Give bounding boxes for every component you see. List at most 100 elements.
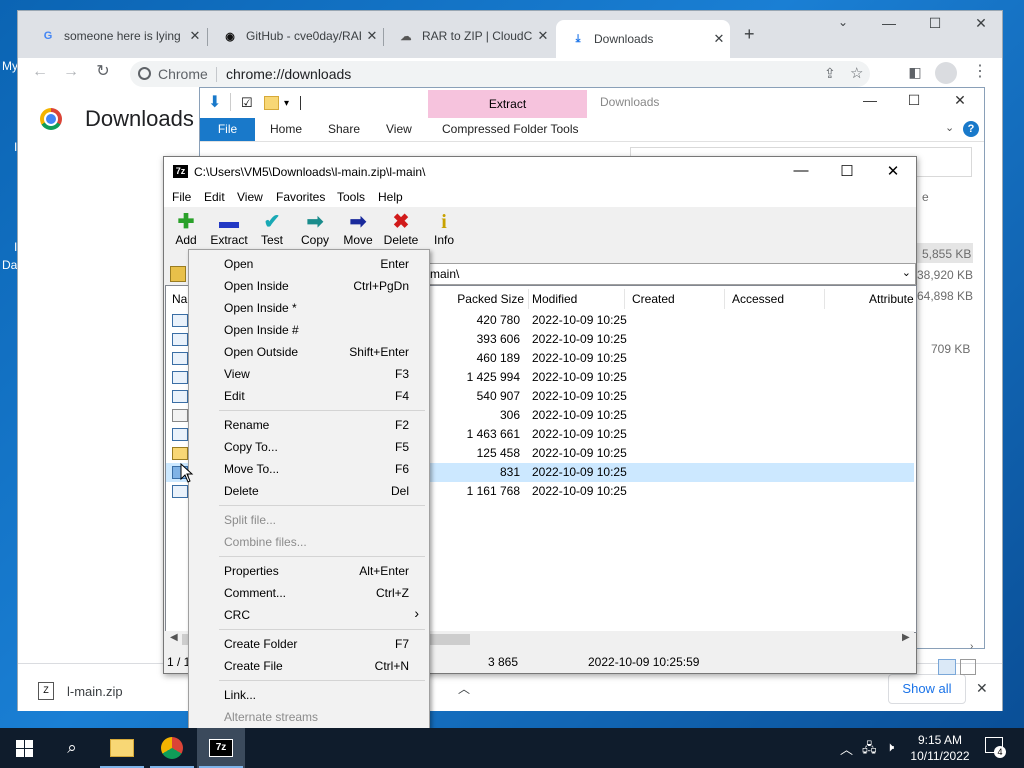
context-menu-item[interactable]: Move To... F6 <box>189 458 429 480</box>
customize-quick-access-icon[interactable]: ▾ <box>284 98 289 109</box>
context-menu-item[interactable]: Edit F4 <box>189 385 429 407</box>
column-header-modified[interactable]: Modified <box>532 289 625 309</box>
minimize-icon[interactable]: — <box>850 92 890 108</box>
reload-icon[interactable]: ↻ <box>92 61 114 83</box>
folder-icon[interactable] <box>264 96 279 110</box>
maximize-icon[interactable]: ☐ <box>912 15 958 32</box>
context-menu-item[interactable]: Open Enter <box>189 253 429 275</box>
scroll-right-arrow-icon[interactable]: ▶ <box>902 632 910 643</box>
chrome-tab[interactable]: ◉ GitHub - cve0day/RAR ✕ <box>208 21 383 51</box>
ribbon-tab-share[interactable]: Share <box>328 122 360 136</box>
bookmark-star-icon[interactable]: ☆ <box>850 64 863 82</box>
context-menu-item[interactable]: Open Inside Ctrl+PgDn <box>189 275 429 297</box>
menu-view[interactable]: View <box>237 190 263 204</box>
share-icon[interactable]: ⇪ <box>824 65 836 82</box>
start-button[interactable] <box>0 728 48 768</box>
context-menu-item[interactable]: Rename F2 <box>189 414 429 436</box>
search-icon[interactable]: ⌕ <box>48 728 96 768</box>
context-menu-item[interactable]: Create File Ctrl+N <box>189 655 429 677</box>
context-menu-item[interactable]: Open Inside * <box>189 297 429 319</box>
context-menu-item[interactable]: Open Outside Shift+Enter <box>189 341 429 363</box>
context-menu-item[interactable]: Link... <box>189 684 429 706</box>
context-menu-item[interactable]: Delete Del <box>189 480 429 502</box>
profile-avatar-icon[interactable] <box>935 62 957 84</box>
close-icon[interactable]: ✕ <box>958 15 1004 32</box>
quick-access-icon[interactable]: ⬇ <box>208 92 221 112</box>
desktop-icon-label[interactable]: Da <box>2 258 17 272</box>
details-view-icon[interactable] <box>938 659 956 675</box>
context-menu-item[interactable]: Properties Alt+Enter <box>189 560 429 582</box>
context-menu-item[interactable]: Combine files... <box>189 531 429 553</box>
close-tab-icon[interactable]: ✕ <box>361 28 383 44</box>
context-menu-item[interactable]: Split file... <box>189 509 429 531</box>
desktop-icon-label[interactable]: My <box>2 59 18 73</box>
ribbon-file-tab[interactable]: File <box>200 118 255 141</box>
properties-icon[interactable]: ☑ <box>241 95 253 111</box>
help-icon[interactable]: ? <box>963 121 979 137</box>
desktop-icon-label[interactable]: I <box>14 140 17 154</box>
delete-button[interactable]: ✖ Delete <box>379 211 423 247</box>
minimize-icon[interactable]: — <box>778 162 824 179</box>
chrome-tab[interactable]: G someone here is lying ✕ <box>26 21 206 51</box>
menu-edit[interactable]: Edit <box>204 190 225 204</box>
menu-help[interactable]: Help <box>378 190 403 204</box>
chevron-up-icon[interactable]: ︿ <box>458 680 470 697</box>
download-item[interactable]: l-main.zip <box>67 684 123 699</box>
ribbon-tab-compressed-folder-tools[interactable]: Compressed Folder Tools <box>442 122 579 136</box>
column-header-accessed[interactable]: Accessed <box>732 289 825 309</box>
chevron-up-icon[interactable]: ︿ <box>840 739 853 758</box>
minimize-icon[interactable]: — <box>866 15 912 31</box>
close-tab-icon[interactable]: ✕ <box>532 28 554 44</box>
forward-icon[interactable]: → <box>60 61 82 83</box>
7zip-taskbar-button[interactable]: 7z <box>197 728 245 768</box>
side-panel-icon[interactable]: ◧ <box>904 61 926 83</box>
close-shelf-icon[interactable]: ✕ <box>976 680 988 697</box>
menu-file[interactable]: File <box>172 190 191 204</box>
new-tab-button[interactable]: + <box>744 24 755 45</box>
network-icon[interactable]: 🖧 <box>862 739 877 761</box>
menu-favorites[interactable]: Favorites <box>276 190 325 204</box>
scroll-right-arrow-icon[interactable]: › <box>970 641 973 652</box>
kebab-menu-icon[interactable]: ⋮ <box>969 61 991 83</box>
add-button[interactable]: ✚ Add <box>164 211 208 247</box>
ribbon-tab-home[interactable]: Home <box>270 122 302 136</box>
file-explorer-taskbar-button[interactable] <box>98 728 146 768</box>
chrome-taskbar-button[interactable] <box>148 728 196 768</box>
extract-ribbon-tab[interactable]: Extract <box>428 90 587 118</box>
info-button[interactable]: i Info <box>422 211 466 247</box>
chevron-down-icon[interactable]: ⌄ <box>902 266 911 279</box>
context-menu-item[interactable]: Alternate streams <box>189 706 429 728</box>
chrome-tab-active[interactable]: ⤓ Downloads ✕ <box>556 20 730 58</box>
context-menu-item[interactable]: View F3 <box>189 363 429 385</box>
context-menu-item[interactable]: Open Inside # <box>189 319 429 341</box>
system-clock[interactable]: 9:15 AM 10/11/2022 <box>900 732 980 764</box>
maximize-icon[interactable]: ☐ <box>824 162 870 180</box>
column-header-packed-size[interactable]: Packed Size <box>428 289 529 309</box>
chrome-tab[interactable]: ☁ RAR to ZIP | CloudCo ✕ <box>384 21 554 51</box>
context-menu-item[interactable]: Create Folder F7 <box>189 633 429 655</box>
folder-up-icon[interactable] <box>170 266 186 282</box>
close-icon[interactable]: ✕ <box>940 92 980 109</box>
context-menu-item[interactable]: Comment... Ctrl+Z <box>189 582 429 604</box>
close-tab-icon[interactable]: ✕ <box>184 28 206 44</box>
chevron-down-icon[interactable]: ⌄ <box>945 121 954 134</box>
close-icon[interactable]: ✕ <box>870 162 916 180</box>
copy-button[interactable]: ➡ Copy <box>293 211 337 247</box>
tab-search-icon[interactable]: ⌄ <box>820 15 866 29</box>
address-bar[interactable]: Chrome chrome://downloads ⇪ ☆ <box>130 61 870 87</box>
large-icons-view-icon[interactable] <box>960 659 976 675</box>
context-menu-item[interactable]: Copy To... F5 <box>189 436 429 458</box>
close-tab-icon[interactable]: ✕ <box>708 31 730 47</box>
move-button[interactable]: ➡ Move <box>336 211 380 247</box>
extract-button[interactable]: ▬ Extract <box>207 211 251 247</box>
test-button[interactable]: ✔ Test <box>250 211 294 247</box>
maximize-icon[interactable]: ☐ <box>894 92 934 109</box>
notification-center-button[interactable]: 4 <box>985 737 1006 758</box>
volume-icon[interactable]: 🕨 <box>886 739 894 755</box>
ribbon-tab-view[interactable]: View <box>386 122 412 136</box>
column-header-attributes[interactable]: Attribute <box>869 289 915 309</box>
back-icon[interactable]: ← <box>29 61 51 83</box>
menu-tools[interactable]: Tools <box>337 190 365 204</box>
context-menu-item[interactable]: CRC › <box>189 604 429 626</box>
column-header-created[interactable]: Created <box>632 289 725 309</box>
